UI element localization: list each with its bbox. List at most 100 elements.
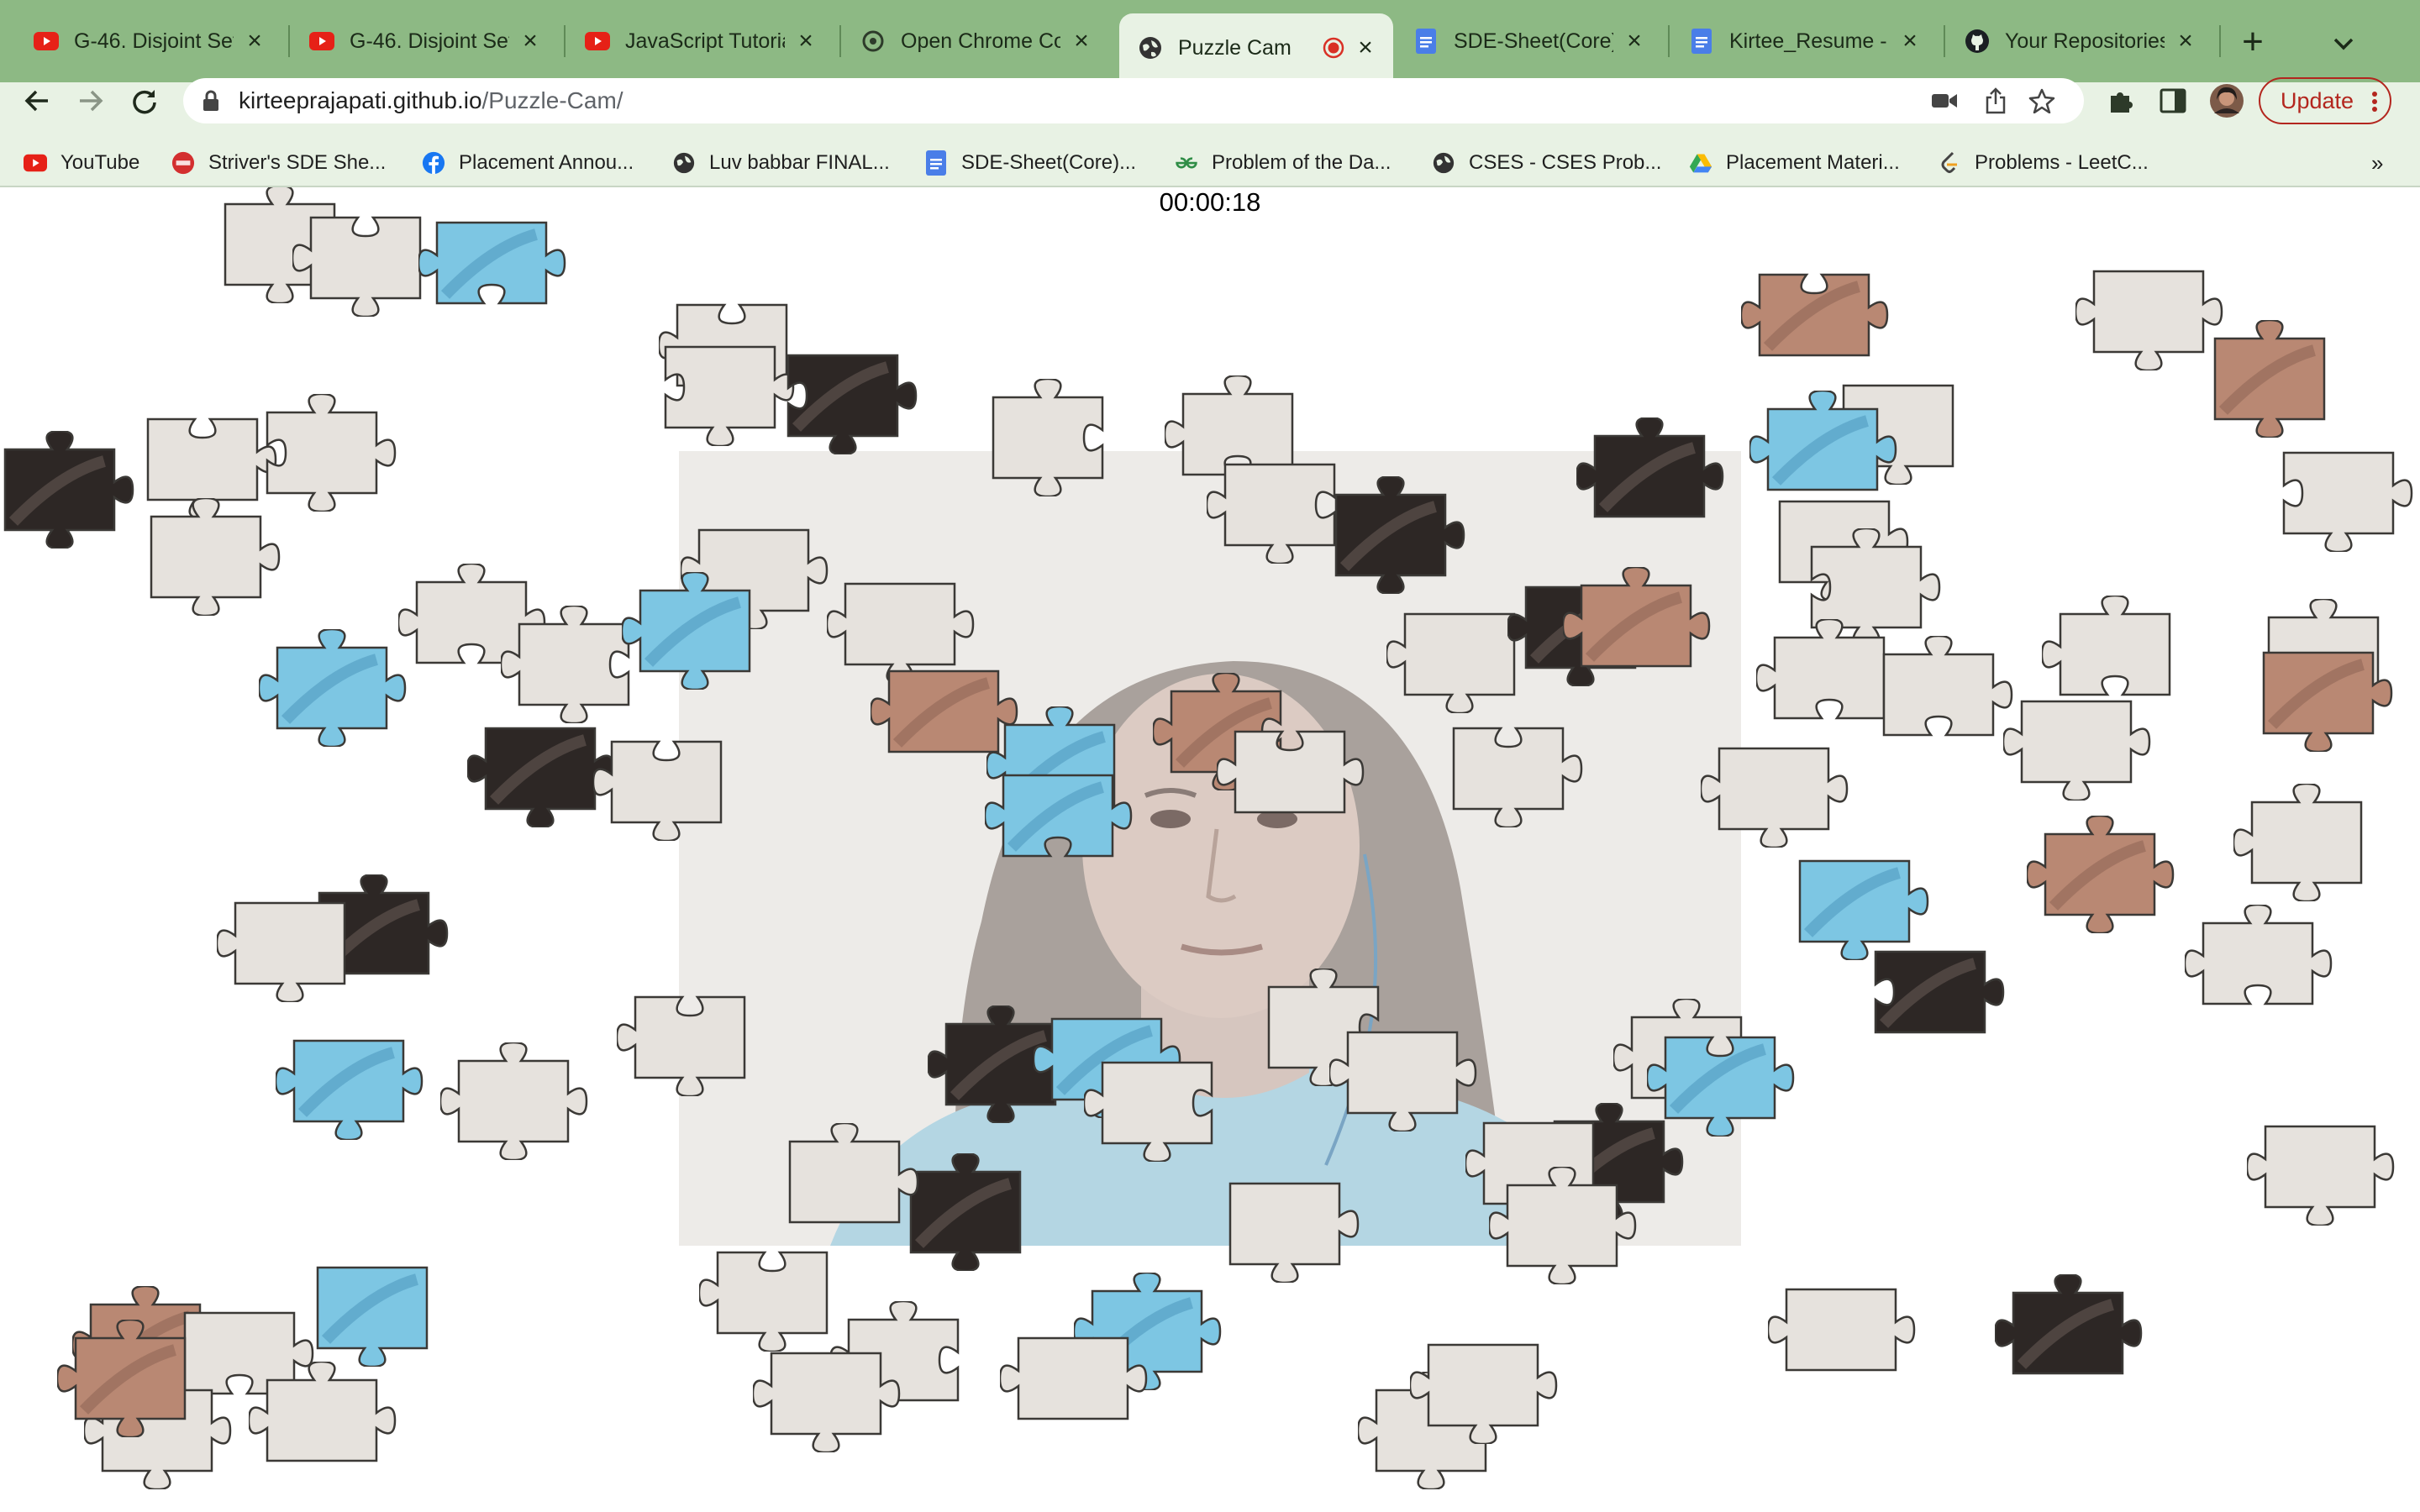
puzzle-piece[interactable]: [617, 979, 765, 1096]
tab-separator: [839, 25, 841, 57]
tab-title: JavaScript Tutorial: [625, 29, 785, 53]
tab-separator: [1944, 25, 1945, 57]
puzzle-piece[interactable]: [418, 204, 566, 322]
puzzle-piece[interactable]: [975, 379, 1123, 496]
extensions-button[interactable]: [2101, 81, 2141, 121]
bookmark-strivers-sde-sheet[interactable]: Striver's SDE She...: [171, 148, 386, 178]
youtube-icon: [309, 29, 334, 54]
puzzle-piece[interactable]: [1329, 1014, 1477, 1131]
tab-3[interactable]: Open Chrome Con ×: [842, 13, 1109, 69]
tab-strip: G-46. Disjoint Set × G-46. Disjoint Set …: [0, 0, 2420, 82]
docs-icon: [1413, 29, 1439, 54]
bookmark-placement-material[interactable]: Placement Materi...: [1689, 148, 1900, 178]
puzzle-piece[interactable]: [299, 1249, 447, 1367]
close-icon[interactable]: ×: [793, 29, 818, 54]
close-icon[interactable]: ×: [242, 29, 267, 54]
puzzle-piece[interactable]: [2245, 634, 2393, 752]
bookmark-problem-of-the-day[interactable]: Problem of the Da...: [1175, 148, 1391, 178]
tab-separator: [564, 25, 566, 57]
bookmark-placement-announcements[interactable]: Placement Annou...: [422, 148, 634, 178]
profile-avatar[interactable]: [2207, 81, 2247, 121]
puzzle-piece[interactable]: [1084, 1044, 1232, 1162]
bookmark-sde-sheet-core[interactable]: SDE-Sheet(Core)...: [924, 148, 1136, 178]
puzzle-piece[interactable]: [217, 885, 365, 1002]
puzzle-piece[interactable]: [1701, 730, 1849, 848]
puzzle-piece[interactable]: [2233, 784, 2381, 901]
puzzle-piece[interactable]: [1857, 933, 2005, 1051]
puzzle-piece[interactable]: [276, 1022, 424, 1140]
forward-button[interactable]: [71, 81, 111, 121]
tab-separator: [288, 25, 290, 57]
tab-1[interactable]: G-46. Disjoint Set ×: [291, 13, 558, 69]
puzzle-piece[interactable]: [133, 498, 281, 616]
puzzle-piece[interactable]: [1768, 1271, 1916, 1389]
bookmarks-overflow-button[interactable]: »: [2371, 148, 2383, 178]
tab-5[interactable]: SDE-Sheet(Core) ×: [1395, 13, 1662, 69]
puzzle-piece[interactable]: [1995, 1274, 2143, 1392]
puzzle-piece[interactable]: [1489, 1167, 1637, 1284]
puzzle-piece[interactable]: [1741, 256, 1889, 374]
puzzle-piece[interactable]: [2027, 816, 2175, 933]
puzzle-piece[interactable]: [2185, 905, 2333, 1022]
close-icon[interactable]: ×: [1069, 29, 1094, 54]
bookmark-luv-babbar[interactable]: Luv babbar FINAL...: [672, 148, 890, 178]
star-icon[interactable]: [2028, 88, 2055, 113]
side-panel-button[interactable]: [2153, 81, 2193, 121]
leetcode-icon: [1938, 151, 1961, 175]
puzzle-piece[interactable]: [1212, 1165, 1360, 1283]
tab-6[interactable]: Kirtee_Resume - ×: [1670, 13, 1938, 69]
puzzle-piece[interactable]: [1000, 1320, 1148, 1437]
tab-search-button[interactable]: [2324, 24, 2363, 62]
tab-7[interactable]: Your Repositories ×: [1946, 13, 2213, 69]
puzzle-piece[interactable]: [770, 337, 918, 454]
bookmark-cses[interactable]: CSES - CSES Prob...: [1432, 148, 1661, 178]
puzzle-piece[interactable]: [593, 723, 741, 841]
bookmark-label: Striver's SDE She...: [208, 151, 387, 174]
puzzle-piece[interactable]: [57, 1320, 205, 1437]
puzzle-piece[interactable]: [1576, 417, 1724, 535]
puzzle-piece[interactable]: [1435, 710, 1583, 827]
tab-2[interactable]: JavaScript Tutorial ×: [566, 13, 834, 69]
new-tab-button[interactable]: +: [2233, 24, 2272, 62]
tab-separator: [2219, 25, 2221, 57]
puzzle-piece[interactable]: [1410, 1326, 1558, 1444]
tab-title: G-46. Disjoint Set: [350, 29, 509, 53]
arrow-left-icon: [24, 90, 48, 112]
share-icon[interactable]: [1985, 87, 2007, 114]
close-icon[interactable]: ×: [1622, 29, 1647, 54]
bookmark-youtube[interactable]: YouTube: [24, 148, 139, 178]
puzzle-piece[interactable]: [2196, 320, 2344, 438]
puzzle-piece[interactable]: [622, 572, 770, 690]
update-button[interactable]: Update: [2259, 77, 2391, 124]
puzzle-piece[interactable]: [1563, 567, 1711, 685]
tab-4-active[interactable]: Puzzle Cam ×: [1119, 13, 1393, 82]
puzzle-piece[interactable]: [259, 629, 407, 747]
back-button[interactable]: [17, 81, 57, 121]
puzzle-piece[interactable]: [249, 394, 397, 512]
puzzle-piece[interactable]: [985, 757, 1133, 874]
close-icon[interactable]: ×: [518, 29, 543, 54]
tuf-icon: [171, 151, 195, 175]
puzzle-piece[interactable]: [249, 1362, 397, 1479]
close-icon[interactable]: ×: [1897, 29, 1923, 54]
bookmark-leetcode[interactable]: Problems - LeetC...: [1938, 148, 2149, 178]
tab-0[interactable]: G-46. Disjoint Set ×: [15, 13, 282, 69]
close-icon[interactable]: ×: [2173, 29, 2198, 54]
puzzle-piece[interactable]: [2003, 683, 2151, 801]
puzzle-piece[interactable]: [699, 1234, 847, 1352]
puzzle-piece[interactable]: [1217, 713, 1365, 831]
address-bar[interactable]: kirteeprajapati.github.io/Puzzle-Cam/: [183, 78, 2084, 123]
puzzle-piece[interactable]: [0, 431, 134, 549]
tab-title: Your Repositories: [2005, 29, 2165, 53]
close-icon[interactable]: ×: [1353, 35, 1378, 60]
tab-title: G-46. Disjoint Set: [74, 29, 234, 53]
puzzle-piece[interactable]: [1865, 636, 2013, 753]
puzzle-piece[interactable]: [2247, 1108, 2395, 1226]
puzzle-piece[interactable]: [771, 1123, 919, 1241]
puzzle-piece[interactable]: [1318, 476, 1465, 594]
bookmark-label: Problems - LeetC...: [1975, 151, 2149, 174]
puzzle-piece[interactable]: [2265, 434, 2413, 552]
puzzle-piece[interactable]: [753, 1335, 901, 1452]
reload-button[interactable]: [124, 81, 165, 121]
puzzle-piece[interactable]: [440, 1042, 588, 1160]
